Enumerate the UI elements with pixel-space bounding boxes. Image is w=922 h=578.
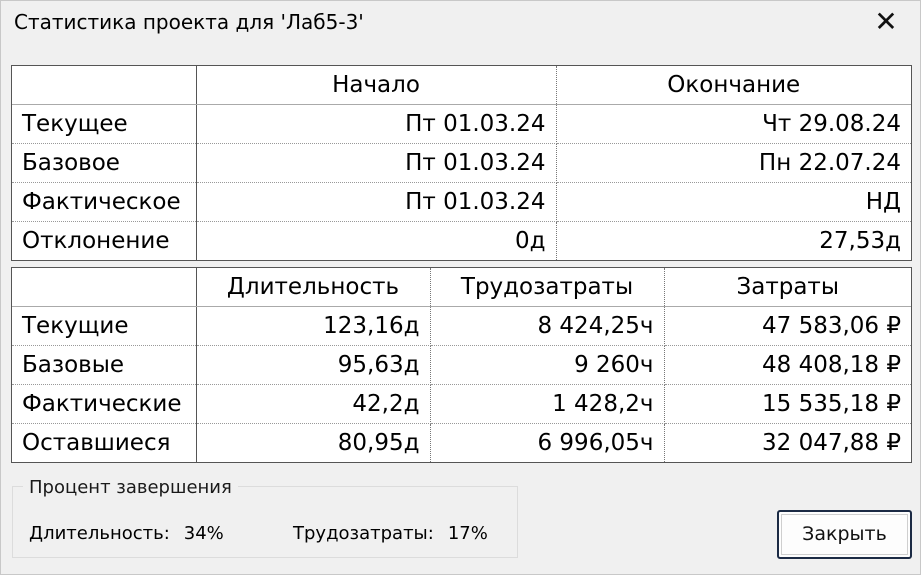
row-label: Отклонение (12, 221, 197, 260)
duration-cell: 42,2д (196, 384, 431, 424)
table-row: Фактические 42,2д 1 428,2ч 15 535,18 ₽ (12, 384, 911, 424)
dates-header-finish: Окончание (556, 66, 911, 105)
finish-cell: Чт 29.08.24 (556, 104, 911, 144)
finish-cell: 27,53д (819, 228, 901, 254)
duration-percent-label: Длительность: (29, 523, 170, 544)
work-cell: 8 424,25ч (430, 306, 665, 346)
totals-header-empty (12, 268, 197, 307)
start-cell: Пт 01.03.24 (196, 182, 557, 222)
totals-header-cost: Затраты (664, 268, 911, 307)
cost-cell: 32 047,88 ₽ (762, 430, 901, 456)
finish-cell: НД (556, 182, 911, 222)
work-percent-label: Трудозатраты: (293, 523, 434, 544)
dates-table: Начало Окончание Текущее Пт 01.03.24 Чт … (12, 66, 911, 260)
work-percent-value: 17% (447, 523, 488, 544)
totals-panel: Длительность Трудозатраты Затраты Текущи… (11, 267, 912, 463)
table-row: Отклонение 0д 27,53д (12, 221, 911, 260)
totals-table: Длительность Трудозатраты Затраты Текущи… (12, 268, 911, 462)
close-button[interactable]: Закрыть (777, 510, 912, 559)
totals-header-work: Трудозатраты (430, 268, 665, 307)
start-cell: Пт 01.03.24 (196, 104, 557, 144)
work-cell: 6 996,05ч (430, 423, 665, 462)
duration-percent: Длительность: 34% (29, 523, 224, 544)
completion-group-title: Процент завершения (23, 477, 238, 498)
completion-groupbox: Процент завершения Длительность: 34% Труд… (12, 477, 518, 558)
totals-header-duration: Длительность (196, 268, 431, 307)
table-row: Базовые 95,63д 9 260ч 48 408,18 ₽ (12, 345, 911, 385)
row-label: Текущие (12, 306, 197, 346)
row-label: Фактическое (12, 182, 197, 222)
work-cell: 1 428,2ч (430, 384, 665, 424)
duration-percent-value: 34% (183, 523, 224, 544)
start-cell: Пт 01.03.24 (196, 143, 557, 183)
table-row: Оставшиеся 80,95д 6 996,05ч 32 047,88 ₽ (12, 423, 911, 462)
table-row: Базовое Пт 01.03.24 Пн 22.07.24 (12, 143, 911, 183)
dates-header-empty (12, 66, 197, 105)
title-bar: Статистика проекта для 'Лаб5-3' ✕ (1, 1, 920, 49)
duration-cell: 123,16д (196, 306, 431, 346)
row-label: Оставшиеся (12, 423, 197, 462)
duration-cell: 80,95д (196, 423, 431, 462)
totals-header-row: Длительность Трудозатраты Затраты (12, 268, 911, 307)
duration-cell: 95,63д (196, 345, 431, 385)
work-cell: 9 260ч (430, 345, 665, 385)
dates-header-row: Начало Окончание (12, 66, 911, 105)
row-label: Базовое (12, 143, 197, 183)
cost-cell: 47 583,06 ₽ (664, 306, 911, 346)
row-label: Фактические (12, 384, 197, 424)
dialog-title: Статистика проекта для 'Лаб5-3' (14, 10, 364, 34)
table-row: Фактическое Пт 01.03.24 НД (12, 182, 911, 222)
table-row: Текущие 123,16д 8 424,25ч 47 583,06 ₽ (12, 306, 911, 346)
table-row: Текущее Пт 01.03.24 Чт 29.08.24 (12, 104, 911, 144)
row-label: Базовые (12, 345, 197, 385)
cost-cell: 15 535,18 ₽ (664, 384, 911, 424)
start-cell: 0д (196, 221, 557, 260)
work-percent: Трудозатраты: 17% (293, 523, 488, 544)
dates-header-start: Начало (196, 66, 557, 105)
project-statistics-dialog: Статистика проекта для 'Лаб5-3' ✕ Начало… (0, 0, 921, 575)
cost-cell: 48 408,18 ₽ (664, 345, 911, 385)
dates-panel: Начало Окончание Текущее Пт 01.03.24 Чт … (11, 65, 912, 261)
finish-cell: Пн 22.07.24 (556, 143, 911, 183)
row-label: Текущее (12, 104, 197, 144)
close-icon[interactable]: ✕ (866, 4, 906, 40)
close-button-label: Закрыть (802, 523, 887, 545)
